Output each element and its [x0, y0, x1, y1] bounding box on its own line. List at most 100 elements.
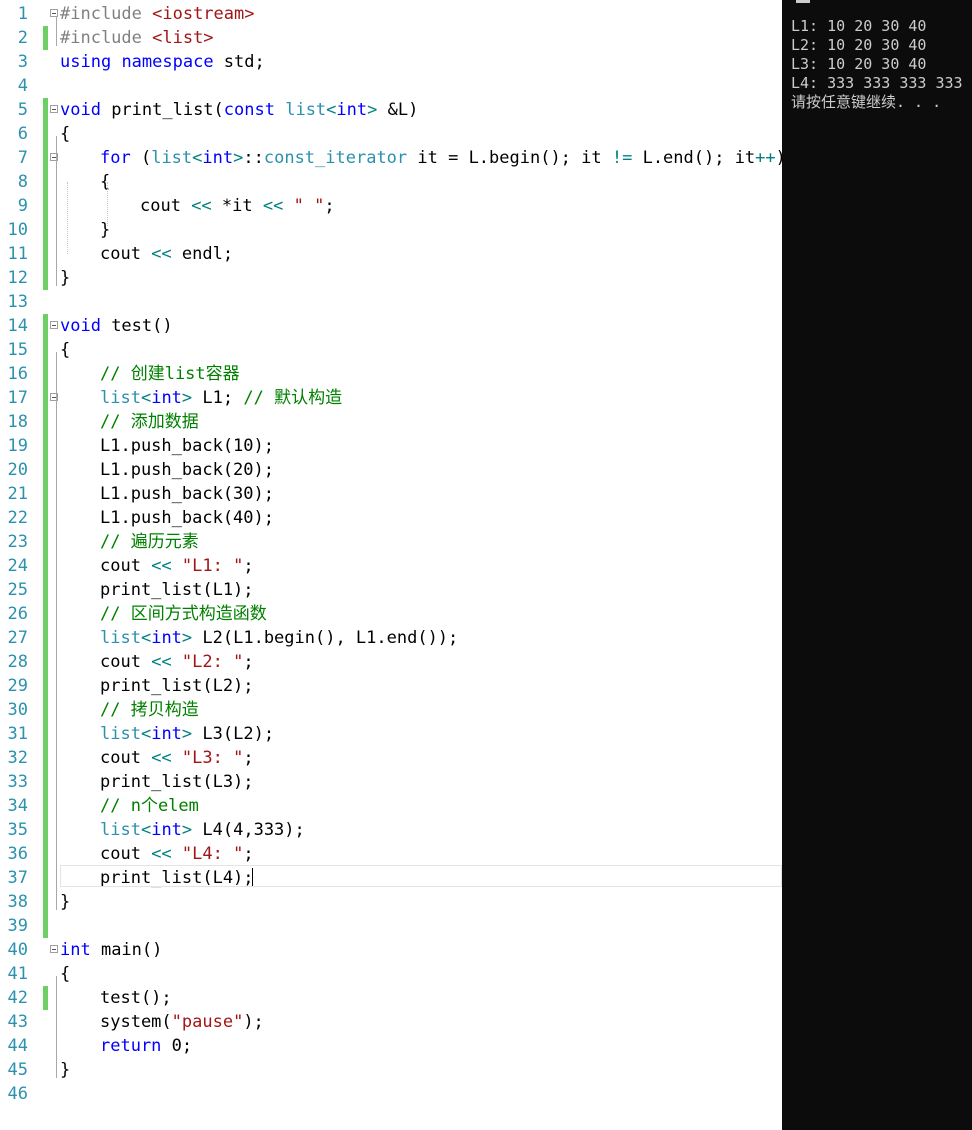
- change-indicator: [43, 194, 48, 218]
- code-line[interactable]: 40 int main(): [0, 938, 782, 962]
- code-line[interactable]: 19 L1.push_back(10);: [0, 434, 782, 458]
- code-token: (: [130, 148, 152, 168]
- code-token: // 添加数据: [100, 412, 199, 432]
- code-line[interactable]: 7 for (list<int>::const_iterator it = L.b…: [0, 146, 782, 170]
- code-token: // 拷贝构造: [100, 700, 199, 720]
- code-line[interactable]: 43 system("pause");: [0, 1010, 782, 1034]
- code-line[interactable]: 3 using namespace std;: [0, 50, 782, 74]
- code-line[interactable]: 11 cout << endl;: [0, 242, 782, 266]
- line-number: 16: [7, 364, 28, 384]
- code-line[interactable]: 44 return 0;: [0, 1034, 782, 1058]
- code-line[interactable]: 30 // 拷贝构造: [0, 698, 782, 722]
- code-token: main(): [90, 940, 163, 960]
- code-line[interactable]: 26 // 区间方式构造函数: [0, 602, 782, 626]
- collapse-icon[interactable]: [50, 105, 58, 113]
- code-line[interactable]: 1 #include <iostream>: [0, 2, 782, 26]
- code-token: <<: [151, 748, 172, 768]
- code-text: cout << endl;: [100, 242, 233, 266]
- code-token: return: [100, 1036, 162, 1056]
- code-line[interactable]: 24 cout << "L1: ";: [0, 554, 782, 578]
- code-line[interactable]: 27 list<int> L2(L1.begin(), L1.end());: [0, 626, 782, 650]
- code-line[interactable]: 29 print_list(L2);: [0, 674, 782, 698]
- change-indicator: [43, 794, 48, 818]
- code-line[interactable]: 8{: [0, 170, 782, 194]
- code-line[interactable]: 12}: [0, 266, 782, 290]
- line-number: 34: [7, 796, 28, 816]
- code-line[interactable]: 5 void print_list(const list<int> &L): [0, 98, 782, 122]
- line-number: 21: [7, 484, 28, 504]
- code-line[interactable]: 17 list<int> L1; // 默认构造: [0, 386, 782, 410]
- line-number: 28: [7, 652, 28, 672]
- line-number: 26: [7, 604, 28, 624]
- line-number: 13: [7, 292, 28, 312]
- code-line[interactable]: 46: [0, 1082, 782, 1106]
- code-line[interactable]: 2 #include <list>: [0, 26, 782, 50]
- code-token: print_list(L2);: [100, 676, 254, 696]
- collapse-icon[interactable]: [50, 945, 58, 953]
- code-token: int: [151, 724, 182, 744]
- code-token: for: [100, 148, 131, 168]
- code-token: <: [140, 820, 152, 840]
- change-indicator: [43, 818, 48, 842]
- code-line[interactable]: 9 cout << *it << " ";: [0, 194, 782, 218]
- line-number: 45: [7, 1060, 28, 1080]
- code-line[interactable]: 10}: [0, 218, 782, 242]
- code-token: >: [233, 148, 244, 168]
- code-line[interactable]: 14 void test(): [0, 314, 782, 338]
- code-token: std;: [213, 52, 265, 72]
- change-indicator: [43, 746, 48, 770]
- code-line[interactable]: 13: [0, 290, 782, 314]
- code-text: cout << "L4: ";: [100, 842, 254, 866]
- code-token: ++: [755, 148, 776, 168]
- code-text: int main(): [60, 938, 162, 962]
- code-line[interactable]: 39: [0, 914, 782, 938]
- collapse-icon[interactable]: [50, 321, 58, 329]
- code-line[interactable]: 25 print_list(L1);: [0, 578, 782, 602]
- code-line[interactable]: 15 {: [0, 338, 782, 362]
- code-line[interactable]: 31 list<int> L3(L2);: [0, 722, 782, 746]
- code-token: it = L.begin(); it: [407, 148, 612, 168]
- code-line[interactable]: 32 cout << "L3: ";: [0, 746, 782, 770]
- code-text: cout << *it << " ";: [140, 194, 335, 218]
- code-token: const_iterator: [263, 148, 408, 168]
- code-line[interactable]: 4: [0, 74, 782, 98]
- change-indicator: [43, 386, 48, 410]
- code-line[interactable]: 42 test();: [0, 986, 782, 1010]
- code-line[interactable]: 16 // 创建list容器: [0, 362, 782, 386]
- code-line[interactable]: 22 L1.push_back(40);: [0, 506, 782, 530]
- code-line[interactable]: 34 // n个elem: [0, 794, 782, 818]
- code-line[interactable]: 28 cout << "L2: ";: [0, 650, 782, 674]
- code-text: // 创建list容器: [100, 362, 240, 386]
- change-indicator: [43, 986, 48, 1010]
- code-token: >: [367, 100, 378, 120]
- code-line[interactable]: 21 L1.push_back(30);: [0, 482, 782, 506]
- code-token: list: [100, 820, 141, 840]
- code-token: endl;: [171, 244, 234, 264]
- code-line[interactable]: 45}: [0, 1058, 782, 1082]
- line-number: 3: [17, 52, 28, 72]
- code-text: print_list(L1);: [100, 578, 254, 602]
- code-token: cout: [100, 556, 152, 576]
- code-line[interactable]: 35 list<int> L4(4,333);: [0, 818, 782, 842]
- code-text: using namespace std;: [60, 50, 265, 74]
- code-token: {: [60, 340, 71, 360]
- code-token: "L3: ": [181, 748, 244, 768]
- code-line[interactable]: 18 // 添加数据: [0, 410, 782, 434]
- line-number: 1: [17, 4, 28, 24]
- code-line[interactable]: 20 L1.push_back(20);: [0, 458, 782, 482]
- code-text: list<int> L2(L1.begin(), L1.end());: [100, 626, 458, 650]
- code-line[interactable]: 23 // 遍历元素: [0, 530, 782, 554]
- code-token: ;: [243, 844, 254, 864]
- code-editor[interactable]: 1 #include <iostream> 2 #include <list> 3 usi…: [0, 0, 782, 1130]
- code-line[interactable]: 38}: [0, 890, 782, 914]
- code-token: >: [181, 820, 193, 840]
- code-line[interactable]: 36 cout << "L4: ";: [0, 842, 782, 866]
- code-text: #include <iostream>: [60, 2, 254, 26]
- code-line[interactable]: 6{: [0, 122, 782, 146]
- code-line[interactable]: 33 print_list(L3);: [0, 770, 782, 794]
- code-token: L1.push_back(40);: [100, 508, 274, 528]
- code-line[interactable]: 41 {: [0, 962, 782, 986]
